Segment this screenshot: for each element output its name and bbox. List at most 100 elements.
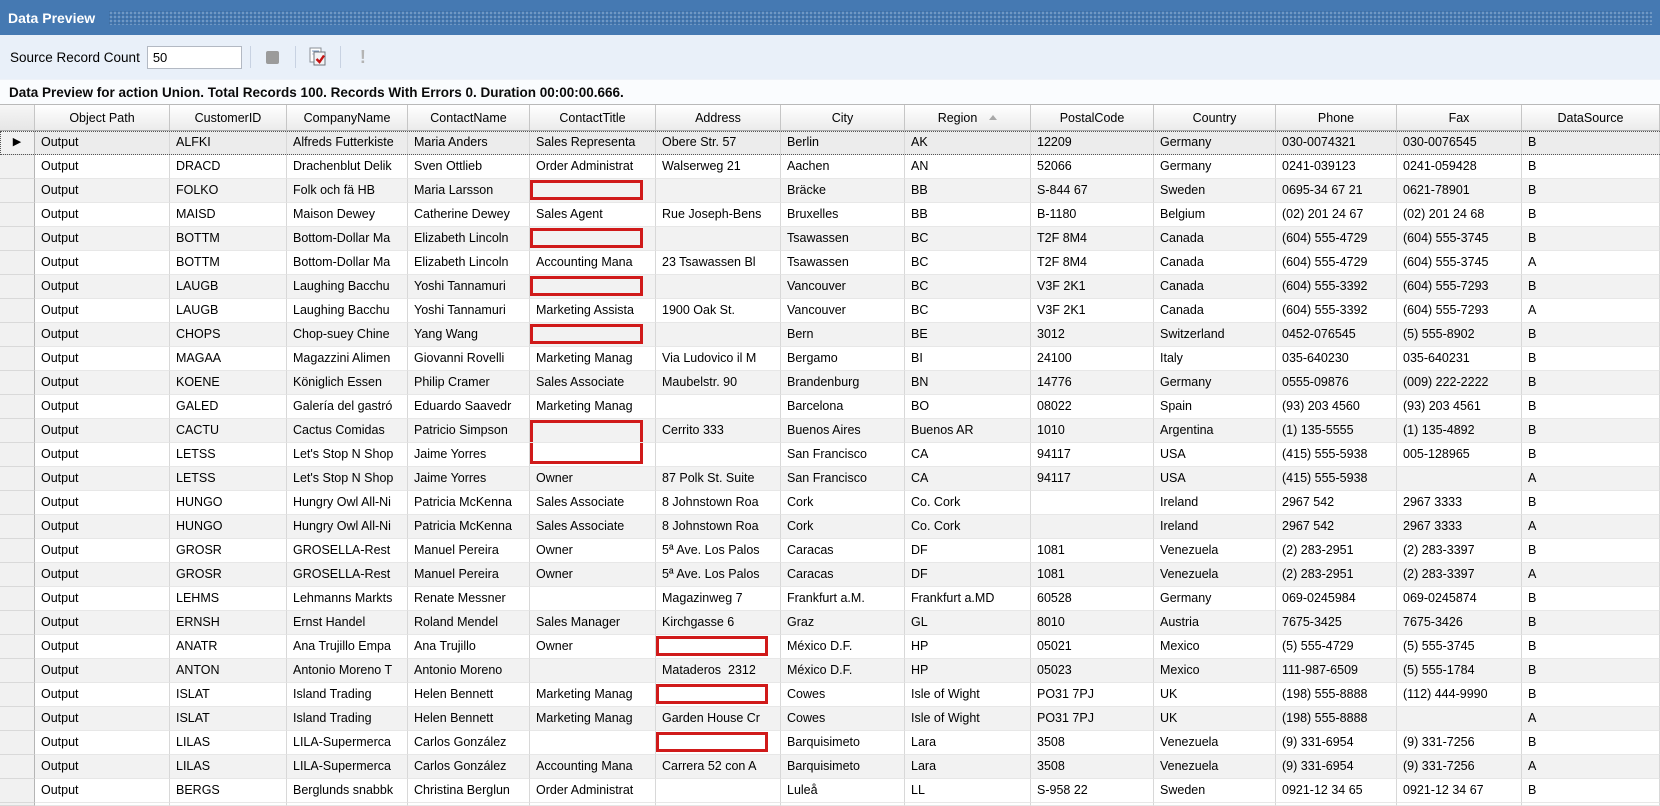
row-header-cell[interactable] [0,347,35,371]
cell-region[interactable]: Isle of Wight [905,683,1031,707]
table-row[interactable]: OutputGROSRGROSELLA-RestManuel PereiraOw… [0,563,1660,587]
cell-country[interactable]: Mexico [1154,659,1276,683]
cell-fax[interactable]: (5) 555-3745 [1397,635,1522,659]
table-row[interactable]: OutputLILASLILA-SupermercaCarlos Gonzále… [0,755,1660,779]
cell-contactname[interactable]: Roland Mendel [408,611,530,635]
cell-datasource[interactable]: B [1522,419,1660,443]
cell-datasource[interactable]: B [1522,731,1660,755]
cell-customerid[interactable]: ISLAT [170,683,287,707]
cell-customerid[interactable]: LAUGB [170,299,287,323]
cell-companyname[interactable]: Ernst Handel [287,611,408,635]
cell-contactname[interactable]: Eduardo Saavedr [408,395,530,419]
cell-postalcode[interactable]: 3508 [1031,731,1154,755]
cell-companyname[interactable]: Drachenblut Delik [287,155,408,179]
cell-datasource[interactable]: B [1522,491,1660,515]
cell-object-path[interactable]: Output [35,251,170,275]
cell-country[interactable]: Venezuela [1154,755,1276,779]
cell-address[interactable]: Carrera 52 con A [656,755,781,779]
cell-datasource[interactable]: B [1522,227,1660,251]
cell-customerid[interactable]: BOTTM [170,227,287,251]
cell-postalcode[interactable] [1031,515,1154,539]
cell-customerid[interactable]: BERGS [170,779,287,803]
cell-companyname[interactable]: GROSELLA-Rest [287,563,408,587]
cell-region[interactable]: HP [905,659,1031,683]
cell-city[interactable]: San Francisco [781,443,905,467]
cell-contacttitle[interactable] [530,443,656,467]
cell-object-path[interactable]: Output [35,563,170,587]
cell-companyname[interactable]: Magazzini Alimen [287,347,408,371]
row-header-cell[interactable] [0,755,35,779]
cell-contactname[interactable]: Renate Messner [408,587,530,611]
cell-phone[interactable]: (1) 135-5555 [1276,419,1397,443]
cell-address[interactable] [656,683,781,707]
cell-region[interactable]: BB [905,179,1031,203]
cell-region[interactable]: HP [905,635,1031,659]
cell-postalcode[interactable]: S-958 22 [1031,779,1154,803]
cell-phone[interactable]: 111-987-6509 [1276,659,1397,683]
cell-region[interactable]: AN [905,155,1031,179]
cell-region[interactable]: GL [905,611,1031,635]
column-header-country[interactable]: Country [1154,105,1276,131]
cell-object-path[interactable]: Output [35,179,170,203]
cell-contactname[interactable]: Manuel Pereira [408,539,530,563]
cell-datasource[interactable]: B [1522,395,1660,419]
cell-contactname[interactable]: Maria Larsson [408,179,530,203]
cell-region[interactable]: LL [905,779,1031,803]
cell-city[interactable]: Caracas [781,539,905,563]
cell-object-path[interactable]: Output [35,347,170,371]
table-row[interactable]: OutputERNSHErnst HandelRoland MendelSale… [0,611,1660,635]
cell-address[interactable]: 87 Polk St. Suite [656,467,781,491]
cell-fax[interactable]: 0921-12 34 67 [1397,779,1522,803]
cell-object-path[interactable]: Output [35,419,170,443]
column-header-region[interactable]: Region [905,105,1031,131]
cell-object-path[interactable]: Output [35,731,170,755]
cell-postalcode[interactable]: V3F 2K1 [1031,299,1154,323]
cell-address[interactable]: Garden House Cr [656,707,781,731]
cell-object-path[interactable]: Output [35,635,170,659]
cell-contactname[interactable]: Manuel Pereira [408,563,530,587]
cell-contactname[interactable]: Carlos González [408,755,530,779]
cell-address[interactable] [656,443,781,467]
cell-region[interactable]: CA [905,467,1031,491]
cell-datasource[interactable]: A [1522,251,1660,275]
source-record-count-input[interactable] [147,46,242,69]
cell-companyname[interactable]: Königlich Essen [287,371,408,395]
cell-country[interactable]: Spain [1154,395,1276,419]
cell-address[interactable]: Rue Joseph-Bens [656,203,781,227]
cell-postalcode[interactable]: 3508 [1031,755,1154,779]
cell-companyname[interactable]: Laughing Bacchu [287,299,408,323]
cell-city[interactable]: México D.F. [781,635,905,659]
cell-fax[interactable]: (5) 555-1784 [1397,659,1522,683]
cell-companyname[interactable]: Island Trading [287,683,408,707]
cell-object-path[interactable]: Output [35,491,170,515]
cell-datasource[interactable]: B [1522,179,1660,203]
cell-country[interactable]: USA [1154,443,1276,467]
cell-phone[interactable]: 035-640230 [1276,347,1397,371]
cell-address[interactable]: Via Ludovico il M [656,347,781,371]
cell-country[interactable]: Switzerland [1154,323,1276,347]
cell-datasource[interactable]: A [1522,299,1660,323]
cell-contactname[interactable]: Ana Trujillo [408,635,530,659]
row-header-cell[interactable] [0,443,35,467]
cell-region[interactable]: BC [905,299,1031,323]
cell-object-path[interactable]: Output [35,779,170,803]
cell-object-path[interactable]: Output [35,467,170,491]
table-row[interactable]: OutputLEHMSLehmanns MarktsRenate Messner… [0,587,1660,611]
column-header-customerid[interactable]: CustomerID [170,105,287,131]
cell-fax[interactable]: 7675-3426 [1397,611,1522,635]
cell-customerid[interactable]: GROSR [170,563,287,587]
cell-customerid[interactable]: HUNGO [170,515,287,539]
column-header-phone[interactable]: Phone [1276,105,1397,131]
row-header-cell[interactable] [0,395,35,419]
cell-region[interactable]: BC [905,275,1031,299]
cell-companyname[interactable]: Alfreds Futterkiste [287,131,408,155]
column-header-contacttitle[interactable]: ContactTitle [530,105,656,131]
cell-contacttitle[interactable]: Marketing Manag [530,683,656,707]
cell-companyname[interactable]: Bottom-Dollar Ma [287,251,408,275]
cell-address[interactable] [656,227,781,251]
cell-object-path[interactable]: Output [35,275,170,299]
validate-button[interactable] [304,43,332,71]
cell-contacttitle[interactable] [530,731,656,755]
column-header-companyname[interactable]: CompanyName [287,105,408,131]
cell-postalcode[interactable]: 94117 [1031,443,1154,467]
